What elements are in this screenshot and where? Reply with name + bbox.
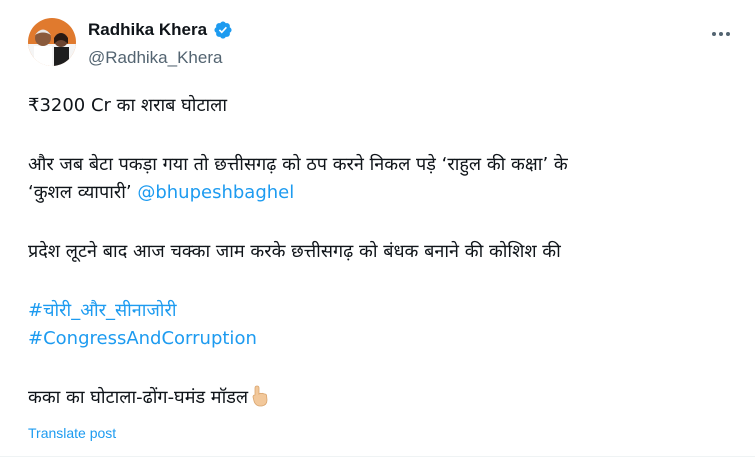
post-line-3: प्रदेश लूटने बाद आज चक्का जाम करके छत्ती… (28, 241, 561, 262)
mention-link[interactable]: @bhupeshbaghel (137, 182, 294, 203)
post-line-4-text: कका का घोटाला-ढोंग-घमंड मॉडल (28, 387, 249, 408)
post-line-2a: और जब बेटा पकड़ा गया तो छत्तीसगढ़ को ठप … (28, 154, 568, 175)
post-line-2b: ‘कुशल व्यापारी’ (28, 182, 132, 203)
post-text: ₹3200 Cr का शराब घोटाला और जब बेटा पकड़ा… (28, 92, 728, 416)
author-name[interactable]: Radhika Khera (88, 20, 207, 40)
post-header: Radhika Khera @Radhika_Khera (28, 16, 735, 68)
hashtag-line-1: #चोरी_और_सीनाजोरी (28, 297, 728, 325)
post-line-1: ₹3200 Cr का शराब घोटाला (28, 95, 228, 116)
verified-badge-icon (213, 20, 233, 40)
translate-post-link[interactable]: Translate post (28, 425, 116, 441)
hashtag-link-2[interactable]: #CongressAndCorruption (28, 328, 257, 349)
avatar[interactable] (28, 18, 76, 66)
post-card: Radhika Khera @Radhika_Khera ₹3200 Cr का… (0, 0, 755, 457)
author-name-row: Radhika Khera (88, 20, 233, 40)
hashtag-link-1[interactable]: #चोरी_और_सीनाजोरी (28, 300, 177, 321)
post-line-2: और जब बेटा पकड़ा गया तो छत्तीसगढ़ को ठप … (28, 151, 728, 207)
avatar-image (28, 18, 76, 66)
post-line-4: कका का घोटाला-ढोंग-घमंड मॉडल (28, 384, 728, 416)
point-down-emoji-icon (249, 385, 271, 416)
more-options-icon[interactable] (709, 22, 733, 46)
hashtag-line-2: #CongressAndCorruption (28, 325, 728, 353)
author-handle[interactable]: @Radhika_Khera (88, 48, 222, 68)
